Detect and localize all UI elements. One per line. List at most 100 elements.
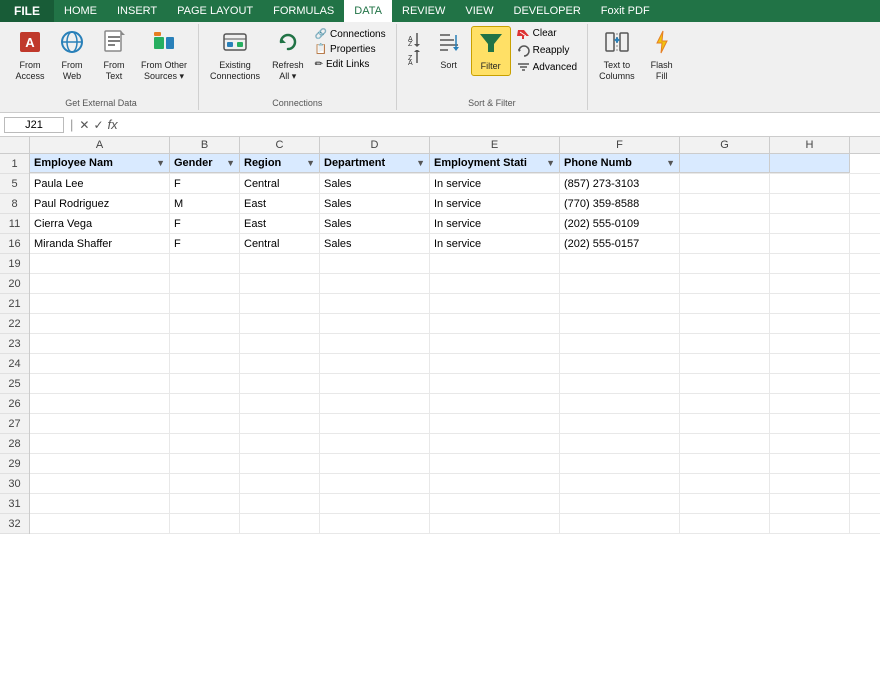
from-other-icon	[151, 29, 177, 59]
cancel-formula-icon[interactable]: ✕	[79, 118, 89, 132]
cell-5-f[interactable]: (857) 273-3103	[560, 174, 680, 193]
cell-8-c[interactable]: East	[240, 194, 320, 213]
cell-empty-b[interactable]	[170, 254, 240, 273]
cell-5-a[interactable]: Paula Lee	[30, 174, 170, 193]
header-h[interactable]	[770, 154, 850, 173]
header-employee-name-text: Employee Nam	[34, 155, 113, 171]
cell-empty-h[interactable]	[770, 254, 850, 273]
name-box[interactable]	[4, 117, 64, 133]
cell-16-a[interactable]: Miranda Shaffer	[30, 234, 170, 253]
edit-links-icon: ✏	[315, 59, 323, 70]
cell-5-d[interactable]: Sales	[320, 174, 430, 193]
advanced-button[interactable]: Advanced	[513, 60, 581, 75]
from-text-button[interactable]: FromText	[94, 26, 134, 85]
cell-5-h[interactable]	[770, 174, 850, 193]
edit-links-button[interactable]: ✏ Edit Links	[311, 58, 390, 71]
cell-16-e[interactable]: In service	[430, 234, 560, 253]
cell-empty-g[interactable]	[680, 254, 770, 273]
header-employment-status[interactable]: Employment Stati ▼	[430, 154, 560, 173]
cell-8-e[interactable]: In service	[430, 194, 560, 213]
header-gender-text: Gender	[174, 155, 213, 171]
cell-11-g[interactable]	[680, 214, 770, 233]
table-row	[30, 474, 880, 494]
row-header-32: 32	[0, 514, 29, 534]
cell-11-c[interactable]: East	[240, 214, 320, 233]
cell-5-b[interactable]: F	[170, 174, 240, 193]
cell-empty-a[interactable]	[30, 254, 170, 273]
corner-cell	[0, 137, 30, 153]
sort-az-za-group: A Z Z A	[403, 30, 427, 67]
cell-11-b[interactable]: F	[170, 214, 240, 233]
cell-16-d[interactable]: Sales	[320, 234, 430, 253]
cell-8-d[interactable]: Sales	[320, 194, 430, 213]
cell-5-e[interactable]: In service	[430, 174, 560, 193]
cell-11-e[interactable]: In service	[430, 214, 560, 233]
cell-5-g[interactable]	[680, 174, 770, 193]
cell-8-f[interactable]: (770) 359-8588	[560, 194, 680, 213]
cell-11-h[interactable]	[770, 214, 850, 233]
sort-az-button[interactable]: A Z	[403, 30, 427, 48]
insert-function-icon[interactable]: fx	[108, 117, 118, 132]
header-gender[interactable]: Gender ▼	[170, 154, 240, 173]
header-region[interactable]: Region ▼	[240, 154, 320, 173]
cell-8-b[interactable]: M	[170, 194, 240, 213]
cell-16-h[interactable]	[770, 234, 850, 253]
filter-arrow-a[interactable]: ▼	[156, 155, 165, 171]
flash-fill-label: FlashFill	[651, 60, 673, 82]
cell-8-h[interactable]	[770, 194, 850, 213]
refresh-all-button[interactable]: RefreshAll ▾	[267, 26, 309, 85]
cell-16-c[interactable]: Central	[240, 234, 320, 253]
filter-arrow-e[interactable]: ▼	[546, 155, 555, 171]
cell-empty-f[interactable]	[560, 254, 680, 273]
cell-empty-c[interactable]	[240, 254, 320, 273]
filter-arrow-c[interactable]: ▼	[306, 155, 315, 171]
flash-fill-icon	[649, 29, 675, 59]
menu-data[interactable]: DATA	[344, 0, 392, 22]
filter-arrow-b[interactable]: ▼	[226, 155, 235, 171]
menu-insert[interactable]: INSERT	[107, 0, 167, 22]
file-tab[interactable]: FILE	[0, 0, 54, 22]
header-employee-name[interactable]: Employee Nam ▼	[30, 154, 170, 173]
connections-small-button[interactable]: 🔗 Connections	[311, 28, 390, 41]
menu-review[interactable]: REVIEW	[392, 0, 455, 22]
cell-empty-e[interactable]	[430, 254, 560, 273]
header-g[interactable]	[680, 154, 770, 173]
confirm-formula-icon[interactable]: ✓	[93, 118, 103, 132]
cell-16-g[interactable]	[680, 234, 770, 253]
filter-arrow-f[interactable]: ▼	[666, 155, 675, 171]
menu-developer[interactable]: DEVELOPER	[504, 0, 591, 22]
cell-11-d[interactable]: Sales	[320, 214, 430, 233]
from-access-button[interactable]: A FromAccess	[10, 26, 50, 85]
header-department[interactable]: Department ▼	[320, 154, 430, 173]
reapply-button[interactable]: Reapply	[513, 43, 581, 58]
menu-page-layout[interactable]: PAGE LAYOUT	[167, 0, 263, 22]
properties-button[interactable]: 📋 Properties	[311, 43, 390, 56]
cell-8-g[interactable]	[680, 194, 770, 213]
cell-empty-d[interactable]	[320, 254, 430, 273]
table-row	[30, 394, 880, 414]
flash-fill-button[interactable]: FlashFill	[642, 26, 682, 85]
sort-button[interactable]: Sort	[429, 26, 469, 74]
text-to-columns-button[interactable]: Text toColumns	[594, 26, 640, 85]
cell-11-a[interactable]: Cierra Vega	[30, 214, 170, 233]
menu-foxit[interactable]: Foxit PDF	[591, 0, 660, 22]
from-other-button[interactable]: From OtherSources ▾	[136, 26, 192, 85]
row-header-5: 5	[0, 174, 29, 194]
cell-11-f[interactable]: (202) 555-0109	[560, 214, 680, 233]
cell-16-f[interactable]: (202) 555-0157	[560, 234, 680, 253]
clear-button[interactable]: Clear	[513, 26, 581, 41]
sort-za-button[interactable]: Z A	[403, 49, 427, 67]
formula-input[interactable]	[122, 119, 876, 131]
menu-view[interactable]: VIEW	[455, 0, 503, 22]
existing-connections-button[interactable]: ExistingConnections	[205, 26, 265, 85]
filter-button[interactable]: Filter	[471, 26, 511, 76]
cell-5-c[interactable]: Central	[240, 174, 320, 193]
sheet-body: 1 5 8 11 16 19 20 21 22 23 24 25 26 27 2…	[0, 154, 880, 534]
cell-16-b[interactable]: F	[170, 234, 240, 253]
from-web-button[interactable]: FromWeb	[52, 26, 92, 85]
header-phone-number[interactable]: Phone Numb ▼	[560, 154, 680, 173]
menu-home[interactable]: HOME	[54, 0, 107, 22]
menu-formulas[interactable]: FORMULAS	[263, 0, 344, 22]
cell-8-a[interactable]: Paul Rodriguez	[30, 194, 170, 213]
filter-arrow-d[interactable]: ▼	[416, 155, 425, 171]
